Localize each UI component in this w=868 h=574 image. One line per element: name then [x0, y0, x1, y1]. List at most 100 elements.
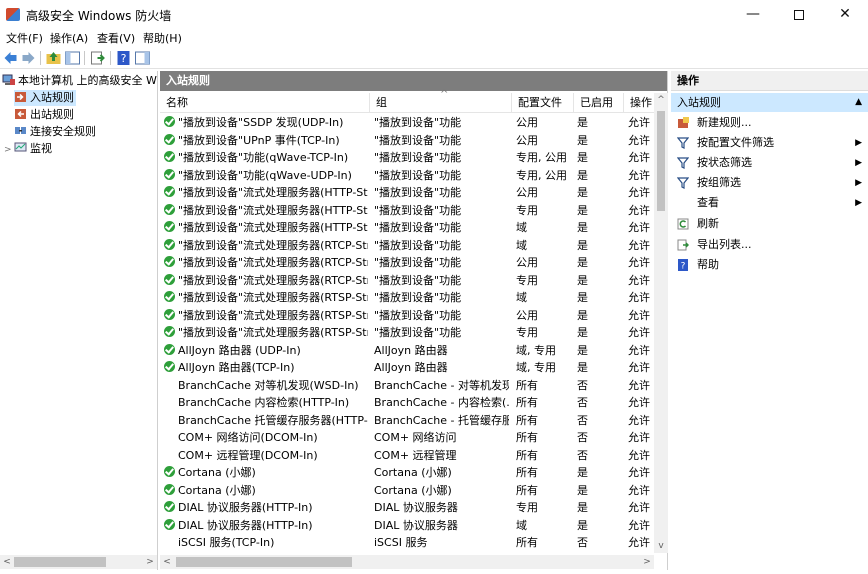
- table-row[interactable]: "播放到设备"流式处理服务器(RTCP-Stre... "播放到设备"功能 专用 是 允…: [160, 272, 656, 290]
- scrollbar-thumb[interactable]: [176, 557, 352, 567]
- table-row[interactable]: "播放到设备"SSDP 发现(UDP-In) "播放到设备"功能 公用 是 允许: [160, 114, 656, 132]
- table-row[interactable]: "播放到设备"UPnP 事件(TCP-In) "播放到设备"功能 公用 是 允许: [160, 132, 656, 150]
- table-row[interactable]: BranchCache 托管缓存服务器(HTTP-In) BranchCache …: [160, 412, 656, 430]
- table-row[interactable]: DIAL 协议服务器(HTTP-In) DIAL 协议服务器 专用 是 允许: [160, 499, 656, 517]
- enabled-check-icon: [164, 291, 175, 302]
- tree-item-inbound-rules[interactable]: 入站规则: [14, 90, 76, 106]
- action-item[interactable]: 按组筛选 ▶: [671, 173, 868, 193]
- rule-enabled: 是: [577, 168, 588, 182]
- table-row[interactable]: "播放到设备"流式处理服务器(RTSP-Stre... "播放到设备"功能 专用 是 允…: [160, 324, 656, 342]
- rule-name: DIAL 协议服务器(HTTP-In): [178, 518, 313, 532]
- scroll-right-icon[interactable]: >: [143, 555, 157, 569]
- table-row[interactable]: "播放到设备"功能(qWave-TCP-In) "播放到设备"功能 专用, 公用是 允…: [160, 149, 656, 167]
- tree-horizontal-scrollbar[interactable]: < >: [0, 555, 157, 569]
- column-name[interactable]: 名称: [160, 93, 370, 113]
- up-folder-icon[interactable]: [45, 50, 62, 66]
- table-row[interactable]: iSCSI 服务(TCP-In) iSCSI 服务 所有 否 允许: [160, 534, 656, 552]
- help-icon[interactable]: ?: [115, 50, 132, 66]
- table-row[interactable]: "播放到设备"流式处理服务器(HTTP-Stre... "播放到设备"功能 专用 是 允…: [160, 202, 656, 220]
- menu-file[interactable]: 文件(F): [6, 30, 43, 46]
- collapse-up-icon[interactable]: ▲: [855, 93, 862, 112]
- table-row[interactable]: "播放到设备"流式处理服务器(RTSP-Stre... "播放到设备"功能 域 是 允许: [160, 289, 656, 307]
- rules-vertical-scrollbar[interactable]: ^ v: [654, 93, 668, 553]
- table-row[interactable]: BranchCache 对等机发现(WSD-In) BranchCache - 对…: [160, 377, 656, 395]
- back-arrow-icon[interactable]: [2, 50, 19, 66]
- enabled-check-icon: [164, 343, 175, 355]
- scroll-up-icon[interactable]: ^: [654, 93, 668, 107]
- table-row[interactable]: "播放到设备"流式处理服务器(RTCP-Stre... "播放到设备"功能 公用 是 允…: [160, 254, 656, 272]
- action-item[interactable]: 按配置文件筛选 ▶: [671, 133, 868, 153]
- table-row[interactable]: DIAL 协议服务器(HTTP-In) DIAL 协议服务器 域 是 允许: [160, 517, 656, 535]
- table-row[interactable]: COM+ 网络访问(DCOM-In) COM+ 网络访问 所有 否 允许: [160, 429, 656, 447]
- table-row[interactable]: "播放到设备"流式处理服务器(HTTP-Stre... "播放到设备"功能 域 是 允许: [160, 219, 656, 237]
- svg-text:?: ?: [121, 52, 127, 65]
- scroll-left-icon[interactable]: <: [0, 555, 14, 569]
- action-item[interactable]: 新建规则...: [671, 113, 868, 133]
- action-item[interactable]: ? 帮助: [671, 255, 868, 275]
- table-row[interactable]: BranchCache 内容检索(HTTP-In) BranchCache - 内…: [160, 394, 656, 412]
- tree-root[interactable]: 本地计算机 上的高级安全 Wind: [2, 73, 157, 89]
- rule-action: 允许: [628, 396, 650, 409]
- actions-section-inbound-rules[interactable]: 入站规则 ▲: [671, 93, 868, 112]
- enabled-check-icon: [164, 238, 175, 250]
- action-item[interactable]: 按状态筛选 ▶: [671, 153, 868, 173]
- title-bar: 高级安全 Windows 防火墙 — ✕: [0, 0, 868, 30]
- action-item[interactable]: 刷新: [671, 214, 868, 234]
- minimize-button[interactable]: —: [730, 0, 776, 30]
- enabled-check-icon: [164, 326, 175, 337]
- action-item[interactable]: 导出列表...: [671, 235, 868, 255]
- filter-icon: [677, 177, 689, 189]
- rule-enabled: 否: [577, 413, 588, 427]
- close-button[interactable]: ✕: [822, 0, 868, 30]
- rule-name-cell: DIAL 协议服务器(HTTP-In): [164, 499, 368, 517]
- scrollbar-thumb[interactable]: [14, 557, 106, 567]
- rule-group: "播放到设备"功能: [374, 291, 462, 304]
- rule-group: AllJoyn 路由器: [374, 343, 448, 357]
- tree-item-connection-security-rules[interactable]: 连接安全规则: [14, 124, 96, 140]
- rule-name: AllJoyn 路由器(TCP-In): [178, 361, 295, 374]
- rule-profile: 域: [516, 291, 527, 304]
- rule-enabled: 是: [577, 151, 588, 164]
- rule-action: 允许: [628, 273, 650, 287]
- table-row[interactable]: COM+ 远程管理(DCOM-In) COM+ 远程管理 所有 否 允许: [160, 447, 656, 465]
- tree-item-outbound-rules[interactable]: 出站规则: [14, 107, 74, 123]
- menu-help[interactable]: 帮助(H): [143, 30, 182, 46]
- maximize-button[interactable]: [776, 0, 822, 30]
- action-item[interactable]: 查看 ▶: [671, 193, 868, 213]
- table-row[interactable]: AllJoyn 路由器(TCP-In) AllJoyn 路由器 域, 专用 是 允许: [160, 359, 656, 377]
- table-row[interactable]: Cortana (小娜) Cortana (小娜) 所有 是 允许: [160, 482, 656, 500]
- table-row[interactable]: Cortana (小娜) Cortana (小娜) 所有 是 允许: [160, 464, 656, 482]
- column-action[interactable]: 操作: [624, 93, 656, 113]
- table-row[interactable]: "播放到设备"流式处理服务器(RTCP-Stre... "播放到设备"功能 域 是 允许: [160, 237, 656, 255]
- menu-action[interactable]: 操作(A): [50, 30, 88, 46]
- menu-view[interactable]: 查看(V): [97, 30, 135, 46]
- rule-name-cell: BranchCache 内容检索(HTTP-In): [164, 394, 368, 412]
- rule-action: 允许: [628, 326, 650, 339]
- table-row[interactable]: AllJoyn 路由器 (UDP-In) AllJoyn 路由器 域, 专用 是 允许: [160, 342, 656, 360]
- rules-horizontal-scrollbar[interactable]: < >: [160, 555, 654, 569]
- table-row[interactable]: "播放到设备"功能(qWave-UDP-In) "播放到设备"功能 专用, 公用是 允…: [160, 167, 656, 185]
- column-profile[interactable]: 配置文件: [512, 93, 574, 113]
- rule-name-cell: "播放到设备"流式处理服务器(RTCP-Stre...: [164, 272, 368, 290]
- rule-enabled: 是: [577, 116, 588, 129]
- show-hide-tree-icon[interactable]: [64, 50, 81, 66]
- export-list-icon[interactable]: [89, 50, 106, 66]
- rule-name-cell: COM+ 网络访问(DCOM-In): [164, 429, 368, 447]
- forward-arrow-icon[interactable]: [20, 50, 37, 66]
- rule-group: "播放到设备"功能: [374, 203, 462, 217]
- expand-chevron-icon[interactable]: >: [4, 142, 14, 158]
- computer-firewall-icon: [2, 74, 15, 85]
- submenu-arrow-icon: ▶: [855, 178, 862, 188]
- scroll-right-icon[interactable]: >: [640, 555, 654, 569]
- show-hide-action-pane-icon[interactable]: [134, 50, 151, 66]
- scroll-left-icon[interactable]: <: [160, 555, 174, 569]
- scrollbar-thumb[interactable]: [657, 111, 665, 211]
- tree-item-monitor[interactable]: > 监视: [4, 141, 52, 157]
- scroll-down-icon[interactable]: v: [654, 539, 668, 553]
- column-enabled[interactable]: 已启用: [574, 93, 624, 113]
- sort-ascending-icon: ^: [440, 89, 449, 100]
- rule-enabled: 是: [577, 203, 588, 217]
- column-headers: 名称 组 配置文件 已启用 操作 ^: [160, 89, 656, 113]
- table-row[interactable]: "播放到设备"流式处理服务器(RTSP-Stre... "播放到设备"功能 公用 是 允…: [160, 307, 656, 325]
- table-row[interactable]: "播放到设备"流式处理服务器(HTTP-Stre... "播放到设备"功能 公用 是 允…: [160, 184, 656, 202]
